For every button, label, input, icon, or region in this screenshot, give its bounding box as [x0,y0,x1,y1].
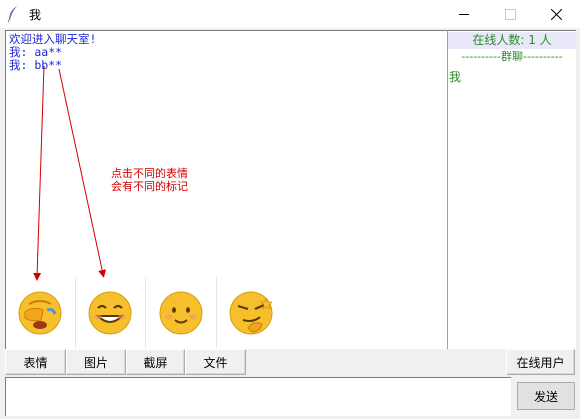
minimize-icon [459,14,469,15]
emoji-button-grin[interactable] [76,277,146,348]
smile-emoji-icon [159,291,203,335]
emoji-button-smile[interactable] [147,277,217,348]
feather-icon [7,6,17,23]
group-chat-divider: ----------群聊---------- [461,50,563,63]
user-list-item[interactable]: 我 [449,68,461,85]
window-title: 我 [29,8,42,22]
toolbar: 表情 图片 截屏 文件 在线用户 [5,349,575,376]
emoji-panel [6,277,288,348]
annotation-text: 会有不同的标记 [111,180,188,193]
emoji-button-facepalm[interactable] [6,277,76,348]
smirk-emoji-icon [229,291,273,335]
close-icon [551,9,562,20]
maximize-button[interactable] [488,0,534,28]
minimize-button[interactable] [442,0,488,28]
online-count: 在线人数: 1 人 [448,32,576,49]
send-button[interactable]: 发送 [517,382,575,410]
grin-emoji-icon [88,291,132,335]
chat-message: 我: bb** [9,58,63,72]
online-users-button[interactable]: 在线用户 [506,349,575,375]
emoji-button[interactable]: 表情 [5,349,66,375]
facepalm-emoji-icon [18,291,62,335]
message-input[interactable] [5,377,511,416]
online-users-panel[interactable]: 在线人数: 1 人 ----------群聊---------- 我 [447,30,576,349]
image-button[interactable]: 图片 [66,349,126,375]
title-bar: 我 [0,0,580,28]
close-button[interactable] [534,0,580,28]
file-button[interactable]: 文件 [185,349,246,375]
screenshot-button[interactable]: 截屏 [126,349,185,375]
maximize-icon [505,9,516,20]
emoji-button-smirk[interactable] [217,277,286,348]
